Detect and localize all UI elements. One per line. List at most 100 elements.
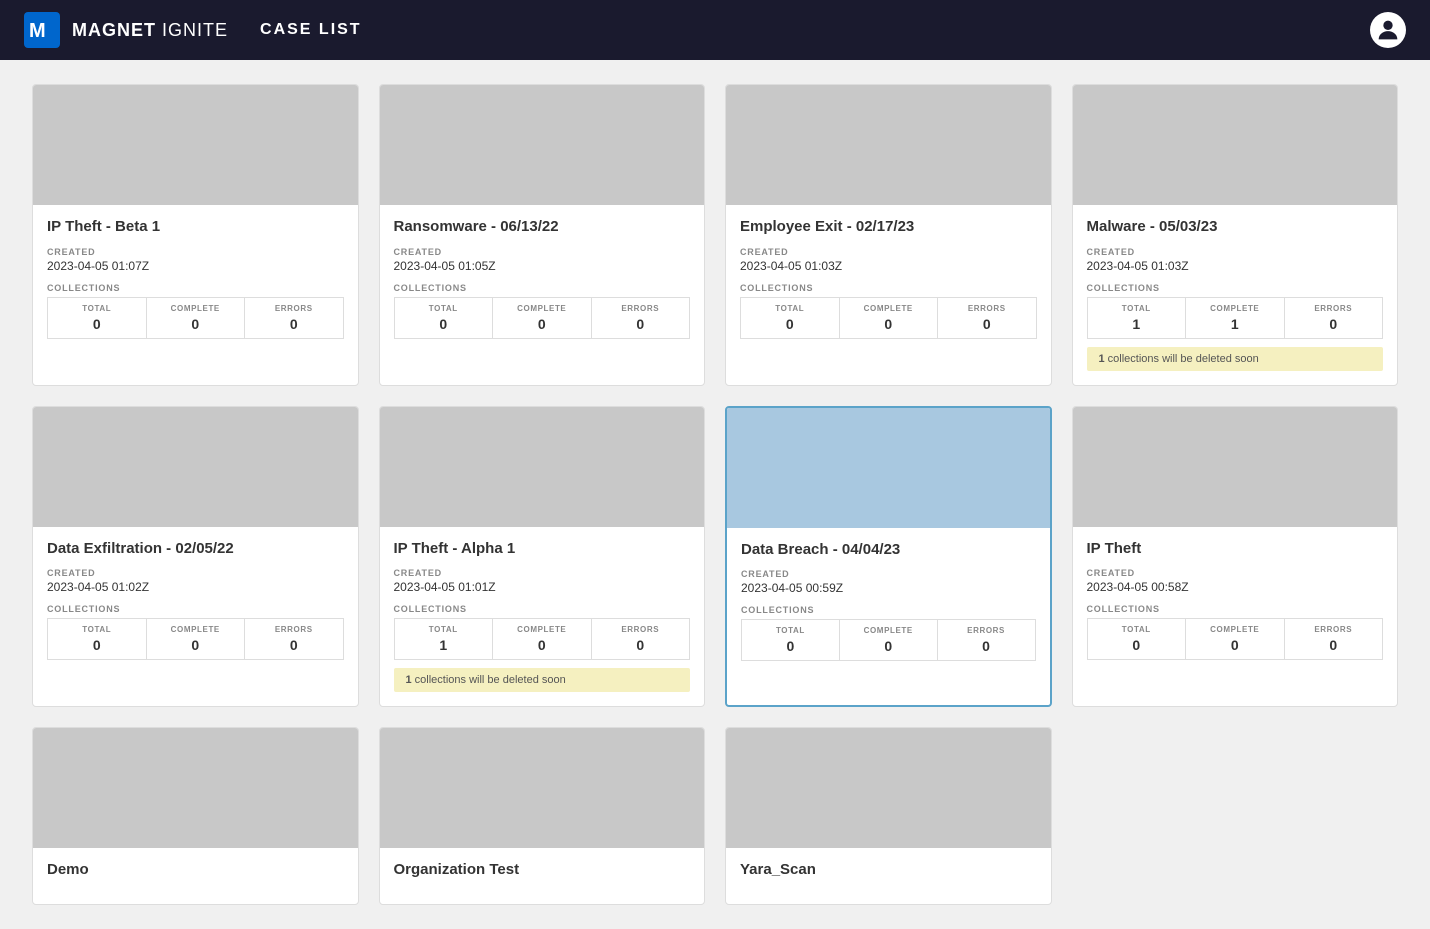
case-card-body: Employee Exit - 02/17/23 CREATED 2023-04… bbox=[726, 205, 1051, 353]
created-value: 2023-04-05 00:58Z bbox=[1087, 580, 1384, 594]
case-card-body: IP Theft - Alpha 1 CREATED 2023-04-05 01… bbox=[380, 527, 705, 707]
total-value: 0 bbox=[745, 316, 835, 332]
complete-value: 0 bbox=[151, 637, 241, 653]
collections-label: COLLECTIONS bbox=[740, 283, 1037, 293]
total-label: TOTAL bbox=[745, 304, 835, 313]
errors-value: 0 bbox=[249, 637, 339, 653]
created-value: 2023-04-05 01:05Z bbox=[394, 259, 691, 273]
total-cell: TOTAL 0 bbox=[1088, 619, 1187, 659]
complete-label: COMPLETE bbox=[151, 625, 241, 634]
case-thumbnail bbox=[726, 728, 1051, 848]
created-value: 2023-04-05 01:03Z bbox=[1087, 259, 1384, 273]
total-label: TOTAL bbox=[1092, 625, 1182, 634]
case-title: Organization Test bbox=[394, 860, 691, 880]
total-cell: TOTAL 1 bbox=[1088, 298, 1187, 338]
total-cell: TOTAL 0 bbox=[48, 298, 147, 338]
case-thumbnail bbox=[380, 728, 705, 848]
complete-cell: COMPLETE 0 bbox=[840, 298, 939, 338]
collections-grid: TOTAL 0 COMPLETE 0 ERRORS 0 bbox=[47, 297, 344, 339]
case-card-ransomware[interactable]: Ransomware - 06/13/22 CREATED 2023-04-05… bbox=[379, 84, 706, 386]
case-card-demo[interactable]: Demo bbox=[32, 727, 359, 905]
complete-label: COMPLETE bbox=[151, 304, 241, 313]
errors-cell: ERRORS 0 bbox=[938, 298, 1036, 338]
collections-section: COLLECTIONS TOTAL 0 COMPLETE 0 ERRORS 0 bbox=[47, 604, 344, 660]
collections-section: COLLECTIONS TOTAL 0 COMPLETE 0 ERRORS 0 bbox=[47, 283, 344, 339]
total-label: TOTAL bbox=[399, 625, 489, 634]
created-label: CREATED bbox=[394, 568, 691, 578]
case-thumbnail bbox=[1073, 407, 1398, 527]
total-label: TOTAL bbox=[746, 626, 835, 635]
total-cell: TOTAL 1 bbox=[395, 619, 494, 659]
main-content: IP Theft - Beta 1 CREATED 2023-04-05 01:… bbox=[0, 60, 1430, 929]
case-title: Employee Exit - 02/17/23 bbox=[740, 217, 1037, 237]
errors-value: 0 bbox=[1289, 637, 1379, 653]
case-thumbnail bbox=[726, 85, 1051, 205]
complete-label: COMPLETE bbox=[1190, 304, 1280, 313]
errors-value: 0 bbox=[1289, 316, 1379, 332]
case-thumbnail bbox=[380, 85, 705, 205]
errors-cell: ERRORS 0 bbox=[245, 619, 343, 659]
errors-label: ERRORS bbox=[249, 304, 339, 313]
case-card-body: IP Theft CREATED 2023-04-05 00:58Z COLLE… bbox=[1073, 527, 1398, 675]
case-thumbnail bbox=[33, 728, 358, 848]
created-value: 2023-04-05 01:02Z bbox=[47, 580, 344, 594]
complete-cell: COMPLETE 0 bbox=[493, 619, 592, 659]
case-card-data-breach[interactable]: Data Breach - 04/04/23 CREATED 2023-04-0… bbox=[725, 406, 1052, 708]
case-thumbnail bbox=[33, 85, 358, 205]
case-card-ip-theft-beta-1[interactable]: IP Theft - Beta 1 CREATED 2023-04-05 01:… bbox=[32, 84, 359, 386]
created-value: 2023-04-05 01:03Z bbox=[740, 259, 1037, 273]
collections-grid: TOTAL 0 COMPLETE 0 ERRORS 0 bbox=[394, 297, 691, 339]
case-thumbnail bbox=[33, 407, 358, 527]
brand-name: MAGNET IGNITE bbox=[72, 20, 228, 41]
case-thumbnail bbox=[727, 408, 1050, 528]
total-cell: TOTAL 0 bbox=[741, 298, 840, 338]
user-icon bbox=[1374, 16, 1402, 44]
total-cell: TOTAL 0 bbox=[742, 620, 840, 660]
case-title: Ransomware - 06/13/22 bbox=[394, 217, 691, 237]
warning-banner: 1 collections will be deleted soon bbox=[394, 668, 691, 692]
errors-cell: ERRORS 0 bbox=[592, 619, 690, 659]
case-thumbnail bbox=[380, 407, 705, 527]
errors-cell: ERRORS 0 bbox=[245, 298, 343, 338]
case-card-body: Organization Test bbox=[380, 848, 705, 904]
case-card-malware[interactable]: Malware - 05/03/23 CREATED 2023-04-05 01… bbox=[1072, 84, 1399, 386]
created-label: CREATED bbox=[741, 569, 1036, 579]
case-title: IP Theft - Beta 1 bbox=[47, 217, 344, 237]
created-value: 2023-04-05 00:59Z bbox=[741, 581, 1036, 595]
created-value: 2023-04-05 01:01Z bbox=[394, 580, 691, 594]
errors-value: 0 bbox=[596, 637, 686, 653]
case-card-ip-theft-alpha-1[interactable]: IP Theft - Alpha 1 CREATED 2023-04-05 01… bbox=[379, 406, 706, 708]
case-card-body: IP Theft - Beta 1 CREATED 2023-04-05 01:… bbox=[33, 205, 358, 353]
complete-cell: COMPLETE 0 bbox=[493, 298, 592, 338]
complete-value: 0 bbox=[1190, 637, 1280, 653]
errors-label: ERRORS bbox=[1289, 304, 1379, 313]
collections-grid: TOTAL 0 COMPLETE 0 ERRORS 0 bbox=[47, 618, 344, 660]
case-title: Malware - 05/03/23 bbox=[1087, 217, 1384, 237]
case-card-yara-scan[interactable]: Yara_Scan bbox=[725, 727, 1052, 905]
total-value: 1 bbox=[1092, 316, 1182, 332]
case-card-ip-theft[interactable]: IP Theft CREATED 2023-04-05 00:58Z COLLE… bbox=[1072, 406, 1399, 708]
case-title: IP Theft bbox=[1087, 539, 1384, 559]
complete-label: COMPLETE bbox=[1190, 625, 1280, 634]
errors-label: ERRORS bbox=[942, 626, 1031, 635]
case-card-data-exfiltration[interactable]: Data Exfiltration - 02/05/22 CREATED 202… bbox=[32, 406, 359, 708]
warning-banner: 1 collections will be deleted soon bbox=[1087, 347, 1384, 371]
user-avatar-button[interactable] bbox=[1370, 12, 1406, 48]
complete-value: 0 bbox=[844, 638, 933, 654]
case-card-employee-exit[interactable]: Employee Exit - 02/17/23 CREATED 2023-04… bbox=[725, 84, 1052, 386]
collections-grid: TOTAL 1 COMPLETE 0 ERRORS 0 bbox=[394, 618, 691, 660]
case-title: IP Theft - Alpha 1 bbox=[394, 539, 691, 559]
complete-value: 0 bbox=[497, 637, 587, 653]
errors-cell: ERRORS 0 bbox=[938, 620, 1035, 660]
errors-value: 0 bbox=[942, 316, 1032, 332]
total-label: TOTAL bbox=[52, 625, 142, 634]
collections-section: COLLECTIONS TOTAL 0 COMPLETE 0 ERRORS 0 bbox=[741, 605, 1036, 661]
errors-label: ERRORS bbox=[596, 625, 686, 634]
case-grid: IP Theft - Beta 1 CREATED 2023-04-05 01:… bbox=[32, 84, 1398, 905]
complete-value: 0 bbox=[497, 316, 587, 332]
complete-label: COMPLETE bbox=[844, 304, 934, 313]
collections-section: COLLECTIONS TOTAL 0 COMPLETE 0 ERRORS 0 bbox=[394, 283, 691, 339]
created-label: CREATED bbox=[47, 247, 344, 257]
complete-label: COMPLETE bbox=[844, 626, 933, 635]
case-card-organization-test[interactable]: Organization Test bbox=[379, 727, 706, 905]
